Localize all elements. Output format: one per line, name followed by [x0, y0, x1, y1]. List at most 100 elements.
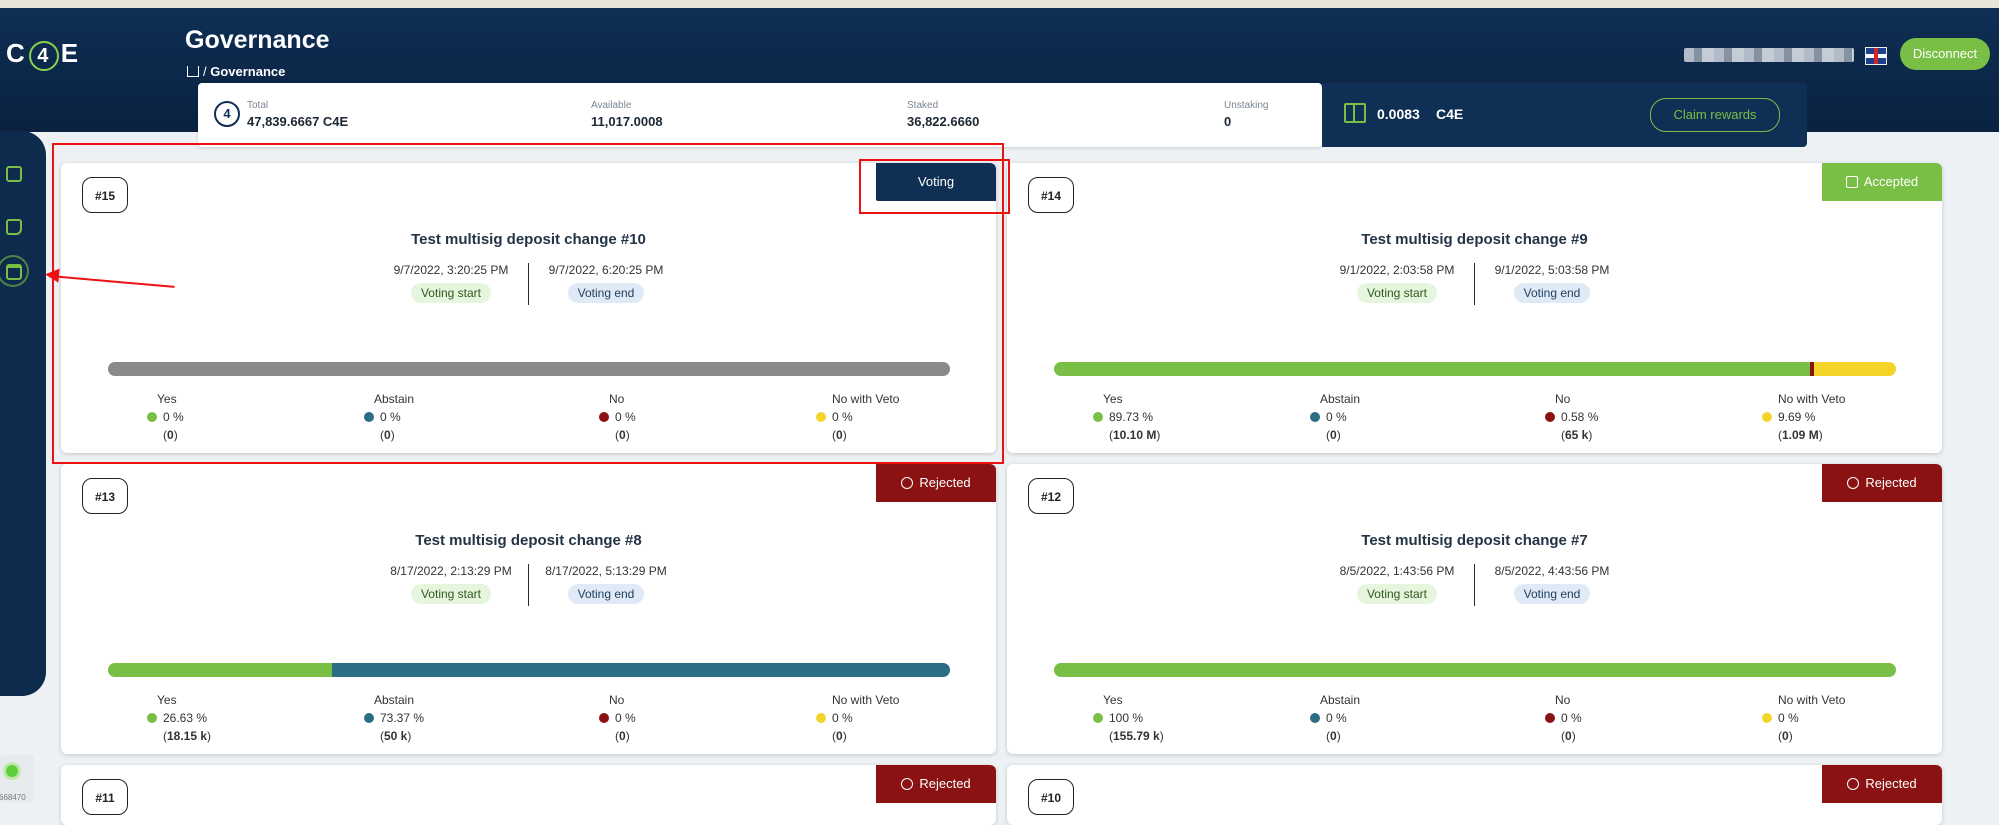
legend-abstain-pct: 73.37 % [380, 711, 425, 725]
proposal-title[interactable]: Test multisig deposit change #9 [1007, 231, 1942, 248]
proposal-title[interactable]: Test multisig deposit change #8 [61, 532, 996, 549]
legend-veto-pct: 0 % [832, 711, 853, 725]
proposal-status-text: Accepted [1863, 174, 1919, 189]
breadcrumb: / Governance [187, 64, 285, 79]
legend-no-count: 0 [1565, 729, 1572, 743]
voting-end-pill: Voting end [1513, 283, 1591, 303]
language-flag-icon[interactable] [1865, 47, 1887, 65]
legend-no: No 0 % (0) [1545, 693, 1582, 743]
proposal-card[interactable]: #12 Rejected Test multisig deposit change … [1007, 464, 1942, 754]
legend-yes-pct: 26.63 % [163, 711, 208, 725]
legend-abstain-dot [364, 713, 374, 723]
voting-start-col: 8/17/2022, 2:13:29 PM Voting start [374, 564, 528, 604]
proposal-id: #13 [82, 478, 128, 514]
balance-total: Total 47,839.6667 C4E [247, 100, 348, 129]
legend-abstain-dot [1310, 412, 1320, 422]
legend-abstain-count: 50 k [384, 729, 408, 743]
legend-yes-count: 10.10 M [1113, 428, 1157, 442]
balance-staked-value: 36,822.6660 [907, 114, 980, 129]
voting-end-col: 8/17/2022, 5:13:29 PM Voting end [529, 564, 683, 604]
balance-staked: Staked 36,822.6660 [907, 100, 979, 129]
check-square-icon [1845, 176, 1858, 188]
vote-bar [1054, 663, 1896, 677]
dashboard-icon[interactable] [6, 166, 22, 182]
proposal-status-badge: Rejected [1822, 765, 1942, 803]
proposal-card[interactable]: #13 Rejected Test multisig deposit change … [61, 464, 996, 754]
proposal-card[interactable]: #14 Accepted Test multisig deposit change … [1007, 163, 1942, 453]
legend-no-label: No [1555, 392, 1571, 406]
balance-unstaking-label: Unstaking [1224, 100, 1269, 111]
legend-abstain-pct: 0 % [1326, 711, 1347, 725]
legend-abstain-count: 0 [1330, 729, 1337, 743]
legend-abstain-count: 0 [1330, 428, 1337, 442]
x-circle-icon [1847, 477, 1860, 489]
proposal-dates: 8/17/2022, 2:13:29 PM Voting start 8/17/… [61, 564, 996, 606]
proposal-card[interactable]: #11 Rejected [61, 765, 996, 825]
legend-yes-dot [1093, 713, 1103, 723]
legend-veto-label: No with Veto [832, 693, 900, 707]
vote-bar-yes [1054, 663, 1896, 677]
legend-no: No 0 % (0) [599, 693, 636, 743]
legend-veto: No with Veto 0 % (0) [1762, 693, 1845, 743]
legend-yes: Yes 26.63 % (18.15 k) [147, 693, 211, 743]
proposal-status-text: Rejected [1865, 475, 1917, 490]
vote-bar [1054, 362, 1896, 376]
voting-end-col: 9/1/2022, 5:03:58 PM Voting end [1475, 263, 1629, 303]
voting-start-date: 9/1/2022, 2:03:58 PM [1339, 263, 1455, 277]
legend-no-label: No [609, 693, 625, 707]
breadcrumb-current: Governance [210, 64, 286, 79]
annotation-highlight-status [859, 159, 1010, 214]
disconnect-button[interactable]: Disconnect [1900, 38, 1990, 70]
proposal-title[interactable]: Test multisig deposit change #7 [1007, 532, 1942, 549]
c4e-logo[interactable]: C4E [6, 38, 80, 71]
legend-veto-count: 0 [836, 729, 843, 743]
proposal-id: #10 [1028, 779, 1074, 815]
vote-bar-veto [1814, 362, 1896, 376]
proposal-status-badge: Rejected [876, 765, 996, 803]
home-icon[interactable] [187, 66, 199, 77]
legend-yes-pct: 100 % [1109, 711, 1144, 725]
balance-total-label: Total [247, 100, 269, 111]
claim-rewards-button[interactable]: Claim rewards [1650, 98, 1780, 132]
legend-veto: No with Veto 0 % (0) [816, 693, 899, 743]
voting-start-col: 9/1/2022, 2:03:58 PM Voting start [1320, 263, 1474, 303]
network-status[interactable]: 668470 [0, 755, 34, 803]
legend-yes-count: 155.79 k [1113, 729, 1160, 743]
vote-bar-abstain [332, 663, 950, 677]
legend-abstain: Abstain 73.37 % (50 k) [364, 693, 424, 743]
x-circle-icon [1847, 778, 1860, 790]
wallet-icon[interactable] [6, 219, 22, 235]
voting-start-date: 8/5/2022, 1:43:56 PM [1339, 564, 1455, 578]
legend-yes-pct: 89.73 % [1109, 410, 1154, 424]
legend-yes-dot [147, 713, 157, 723]
legend-veto: No with Veto 9.69 % (1.09 M) [1762, 392, 1845, 442]
legend-no-dot [599, 713, 609, 723]
legend-veto-pct: 9.69 % [1778, 410, 1816, 424]
balance-unstaking-value: 0 [1224, 114, 1232, 129]
legend-yes-label: Yes [1103, 693, 1123, 707]
balance-total-value: 47,839.6667 C4E [247, 114, 349, 129]
legend-veto-dot [1762, 713, 1772, 723]
balance-staked-label: Staked [907, 100, 939, 111]
legend-no-dot [1545, 713, 1555, 723]
legend-yes: Yes 100 % (155.79 k) [1093, 693, 1164, 743]
legend-yes: Yes 89.73 % (10.10 M) [1093, 392, 1160, 442]
proposal-status-text: Rejected [1865, 776, 1917, 791]
voting-start-col: 8/5/2022, 1:43:56 PM Voting start [1320, 564, 1474, 604]
legend-no-count: 65 k [1565, 428, 1589, 442]
legend-no-pct: 0.58 % [1561, 410, 1599, 424]
legend-abstain-label: Abstain [1320, 392, 1361, 406]
legend-veto-dot [816, 713, 826, 723]
voting-end-date: 8/17/2022, 5:13:29 PM [545, 564, 667, 578]
network-status-dot [6, 765, 18, 777]
legend-no-label: No [1555, 693, 1571, 707]
wallet-address-blurred [1684, 48, 1854, 62]
vote-bar [108, 663, 950, 677]
proposal-status-text: Rejected [919, 776, 971, 791]
proposal-card[interactable]: #10 Rejected [1007, 765, 1942, 825]
c4e-token-icon: 4 [214, 101, 240, 127]
proposal-dates: 9/1/2022, 2:03:58 PM Voting start 9/1/20… [1007, 263, 1942, 305]
legend-abstain-label: Abstain [1320, 693, 1361, 707]
legend-abstain-dot [1310, 713, 1320, 723]
proposal-status-badge: Accepted [1822, 163, 1942, 201]
